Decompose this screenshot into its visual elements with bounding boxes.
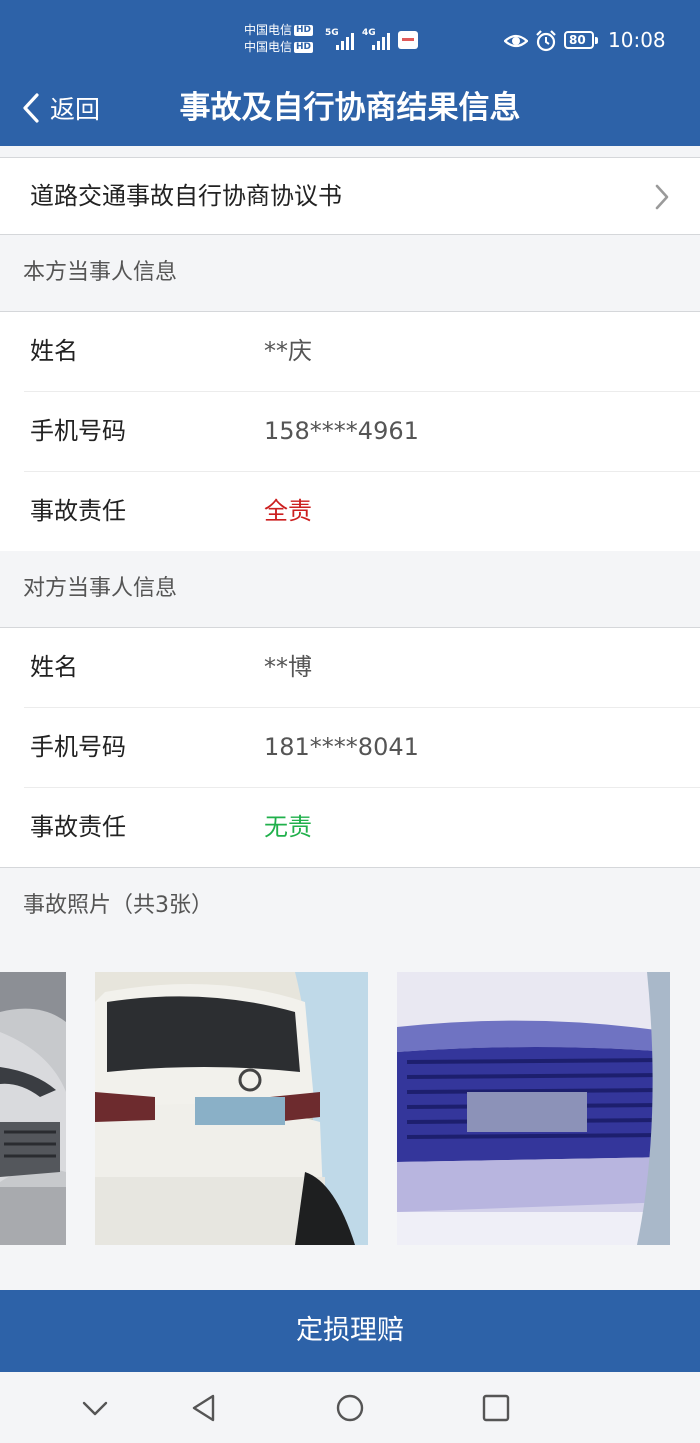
field-value-name: **庆 <box>264 337 312 365</box>
chevron-left-icon <box>23 93 39 123</box>
accident-photo-2[interactable] <box>95 972 368 1245</box>
field-label: 姓名 <box>30 337 78 365</box>
system-nav-bar <box>0 1372 700 1443</box>
status-bar: 中国电信 HD 中国电信 HD 5G 4G 80 10:08 <box>0 0 700 84</box>
clock: 10:08 <box>608 28 666 52</box>
back-triangle-icon[interactable] <box>188 1392 220 1424</box>
info-row-phone: 手机号码 181****8041 <box>24 708 700 788</box>
info-row-liability: 事故责任 全责 <box>24 472 700 551</box>
battery-level: 80 <box>569 33 586 47</box>
party-other-info: 姓名 **博 手机号码 181****8041 事故责任 无责 <box>0 628 700 868</box>
section-title-other: 对方当事人信息 <box>23 576 178 601</box>
info-row-name: 姓名 **博 <box>24 628 700 708</box>
hd-badge-1: HD <box>294 25 314 36</box>
accident-photo-3[interactable] <box>397 972 670 1245</box>
back-label: 返回 <box>50 95 101 124</box>
field-label: 姓名 <box>30 653 78 681</box>
carrier-1: 中国电信 <box>244 23 293 37</box>
carrier-2: 中国电信 <box>244 40 293 54</box>
field-label: 事故责任 <box>30 497 126 525</box>
party-self-info: 姓名 **庆 手机号码 158****4961 事故责任 全责 <box>0 312 700 552</box>
field-label: 手机号码 <box>30 417 126 445</box>
carrier-info: 中国电信 HD 中国电信 HD <box>244 22 314 56</box>
section-title-self: 本方当事人信息 <box>23 260 178 285</box>
agreement-label: 道路交通事故自行协商协议书 <box>30 182 342 210</box>
alarm-icon <box>536 30 556 52</box>
signal-icon-2 <box>370 30 394 50</box>
battery-icon: 80 <box>564 31 598 49</box>
photos-title: 事故照片（共3张） <box>23 893 213 918</box>
field-value-phone: 158****4961 <box>264 417 419 445</box>
info-row-phone: 手机号码 158****4961 <box>24 392 700 472</box>
nfc-icon <box>398 31 418 49</box>
chevron-down-icon[interactable] <box>79 1392 111 1424</box>
back-button[interactable]: 返回 <box>20 88 100 128</box>
field-label: 事故责任 <box>30 813 126 841</box>
chevron-right-icon <box>655 184 669 210</box>
damage-claim-button[interactable]: 定损理赔 <box>0 1290 700 1372</box>
field-value-liability: 无责 <box>264 813 312 841</box>
agreement-link[interactable]: 道路交通事故自行协商协议书 <box>0 158 700 235</box>
eye-comfort-icon <box>504 34 528 48</box>
field-label: 手机号码 <box>30 733 126 761</box>
recents-square-icon[interactable] <box>480 1392 512 1424</box>
field-value-phone: 181****8041 <box>264 733 419 761</box>
app-header: 中国电信 HD 中国电信 HD 5G 4G 80 10:08 返回 事故及自行协商结… <box>0 0 700 146</box>
info-row-name: 姓名 **庆 <box>24 312 700 392</box>
page-title: 事故及自行协商结果信息 <box>179 90 521 126</box>
accident-photo-1[interactable] <box>0 972 66 1245</box>
info-row-liability: 事故责任 无责 <box>24 788 700 867</box>
home-circle-icon[interactable] <box>334 1392 366 1424</box>
section-header-other: 对方当事人信息 <box>0 551 700 628</box>
section-header-self: 本方当事人信息 <box>0 235 700 312</box>
field-value-name: **博 <box>264 653 312 681</box>
field-value-liability: 全责 <box>264 497 312 525</box>
hd-badge-2: HD <box>294 42 314 53</box>
signal-icon-1 <box>334 30 358 50</box>
